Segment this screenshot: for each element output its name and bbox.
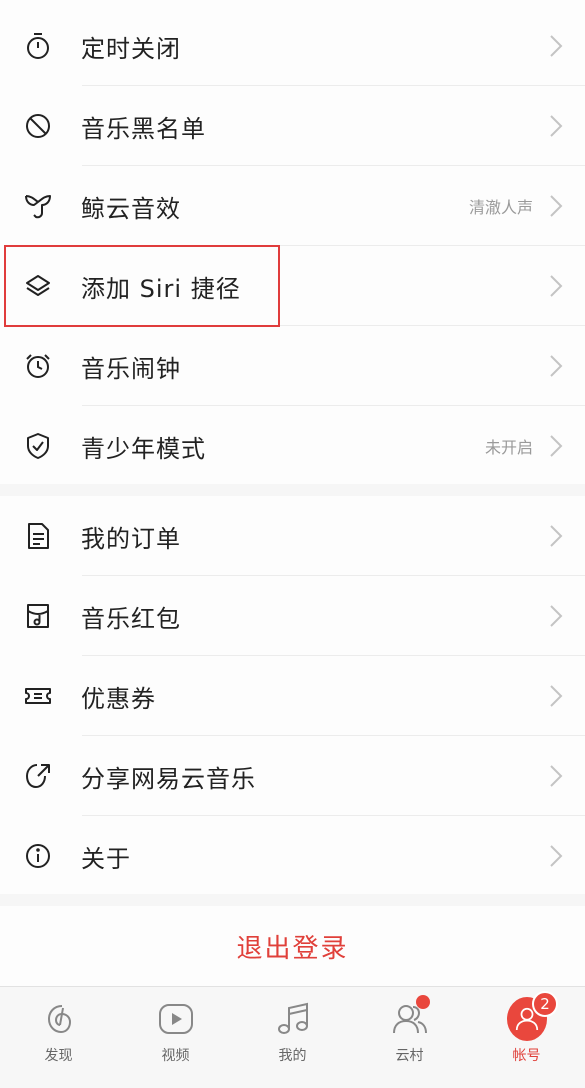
video-icon xyxy=(156,999,196,1039)
chevron-right-icon xyxy=(550,115,563,137)
coupon-icon xyxy=(23,681,53,711)
alarm-icon xyxy=(23,351,53,381)
tab-account[interactable]: 2 帐号 xyxy=(468,987,585,1088)
settings-row-orders[interactable]: 我的订单 xyxy=(0,496,585,576)
settings-row-about[interactable]: 关于 xyxy=(0,816,585,896)
chevron-right-icon xyxy=(550,685,563,707)
notification-badge: 2 xyxy=(532,991,558,1017)
bottom-tab-bar: 发现 视频 我的 云村 2 帐号 xyxy=(0,986,585,1088)
settings-row-label: 优惠券 xyxy=(81,684,156,713)
settings-row-red-packet[interactable]: 音乐红包 xyxy=(0,576,585,656)
discover-icon xyxy=(39,999,79,1039)
shield-icon xyxy=(23,431,53,461)
settings-row-label: 音乐红包 xyxy=(81,604,181,633)
settings-row-value: 未开启 xyxy=(484,438,533,457)
settings-row-label: 音乐闹钟 xyxy=(81,354,181,383)
chevron-right-icon xyxy=(550,195,563,217)
chevron-right-icon xyxy=(550,765,563,787)
share-icon xyxy=(23,761,53,791)
settings-row-label: 我的订单 xyxy=(81,524,181,553)
tab-video[interactable]: 视频 xyxy=(117,987,234,1088)
block-icon xyxy=(23,111,53,141)
settings-row-blacklist[interactable]: 音乐黑名单 xyxy=(0,86,585,166)
tab-discover[interactable]: 发现 xyxy=(0,987,117,1088)
chevron-right-icon xyxy=(550,435,563,457)
settings-row-sound-effect[interactable]: 鲸云音效 清澈人声 xyxy=(0,166,585,246)
tab-label: 我的 xyxy=(278,1048,307,1064)
settings-row-label: 青少年模式 xyxy=(81,434,206,463)
settings-row-label: 分享网易云音乐 xyxy=(81,764,256,793)
logout-button[interactable]: 退出登录 xyxy=(0,906,585,986)
settings-row-alarm[interactable]: 音乐闹钟 xyxy=(0,326,585,406)
settings-row-coupons[interactable]: 优惠券 xyxy=(0,656,585,736)
order-icon xyxy=(23,521,53,551)
settings-row-label: 音乐黑名单 xyxy=(81,114,206,143)
notification-dot xyxy=(416,995,430,1009)
settings-row-siri-shortcut[interactable]: 添加 Siri 捷径 xyxy=(0,246,585,326)
chevron-right-icon xyxy=(550,605,563,627)
tab-label: 发现 xyxy=(44,1048,73,1064)
chevron-right-icon xyxy=(550,35,563,57)
tab-community[interactable]: 云村 xyxy=(351,987,468,1088)
timer-icon xyxy=(23,31,53,61)
music-wallet-icon xyxy=(23,601,53,631)
settings-row-label: 鲸云音效 xyxy=(81,194,181,223)
music-note-icon xyxy=(273,999,313,1039)
settings-row-timer[interactable]: 定时关闭 xyxy=(0,0,585,86)
chevron-right-icon xyxy=(550,845,563,867)
tab-my-music[interactable]: 我的 xyxy=(234,987,351,1088)
tab-label: 云村 xyxy=(395,1048,424,1064)
settings-row-value: 清澈人声 xyxy=(468,198,533,217)
settings-group-1: 定时关闭 音乐黑名单 鲸云音效 清澈人声 添加 Siri 捷径 音乐闹钟 青少年… xyxy=(0,0,585,484)
info-icon xyxy=(23,841,53,871)
settings-row-label: 添加 Siri 捷径 xyxy=(81,274,241,303)
layers-icon xyxy=(23,271,53,301)
chevron-right-icon xyxy=(550,355,563,377)
settings-group-2: 我的订单 音乐红包 优惠券 分享网易云音乐 关于 xyxy=(0,496,585,894)
tab-label: 帐号 xyxy=(512,1048,541,1064)
chevron-right-icon xyxy=(550,525,563,547)
chevron-right-icon xyxy=(550,275,563,297)
whale-icon xyxy=(23,191,53,221)
settings-row-share[interactable]: 分享网易云音乐 xyxy=(0,736,585,816)
settings-row-teen-mode[interactable]: 青少年模式 未开启 xyxy=(0,406,585,486)
tab-label: 视频 xyxy=(161,1048,190,1064)
settings-row-label: 定时关闭 xyxy=(81,34,181,63)
settings-row-label: 关于 xyxy=(81,844,131,873)
